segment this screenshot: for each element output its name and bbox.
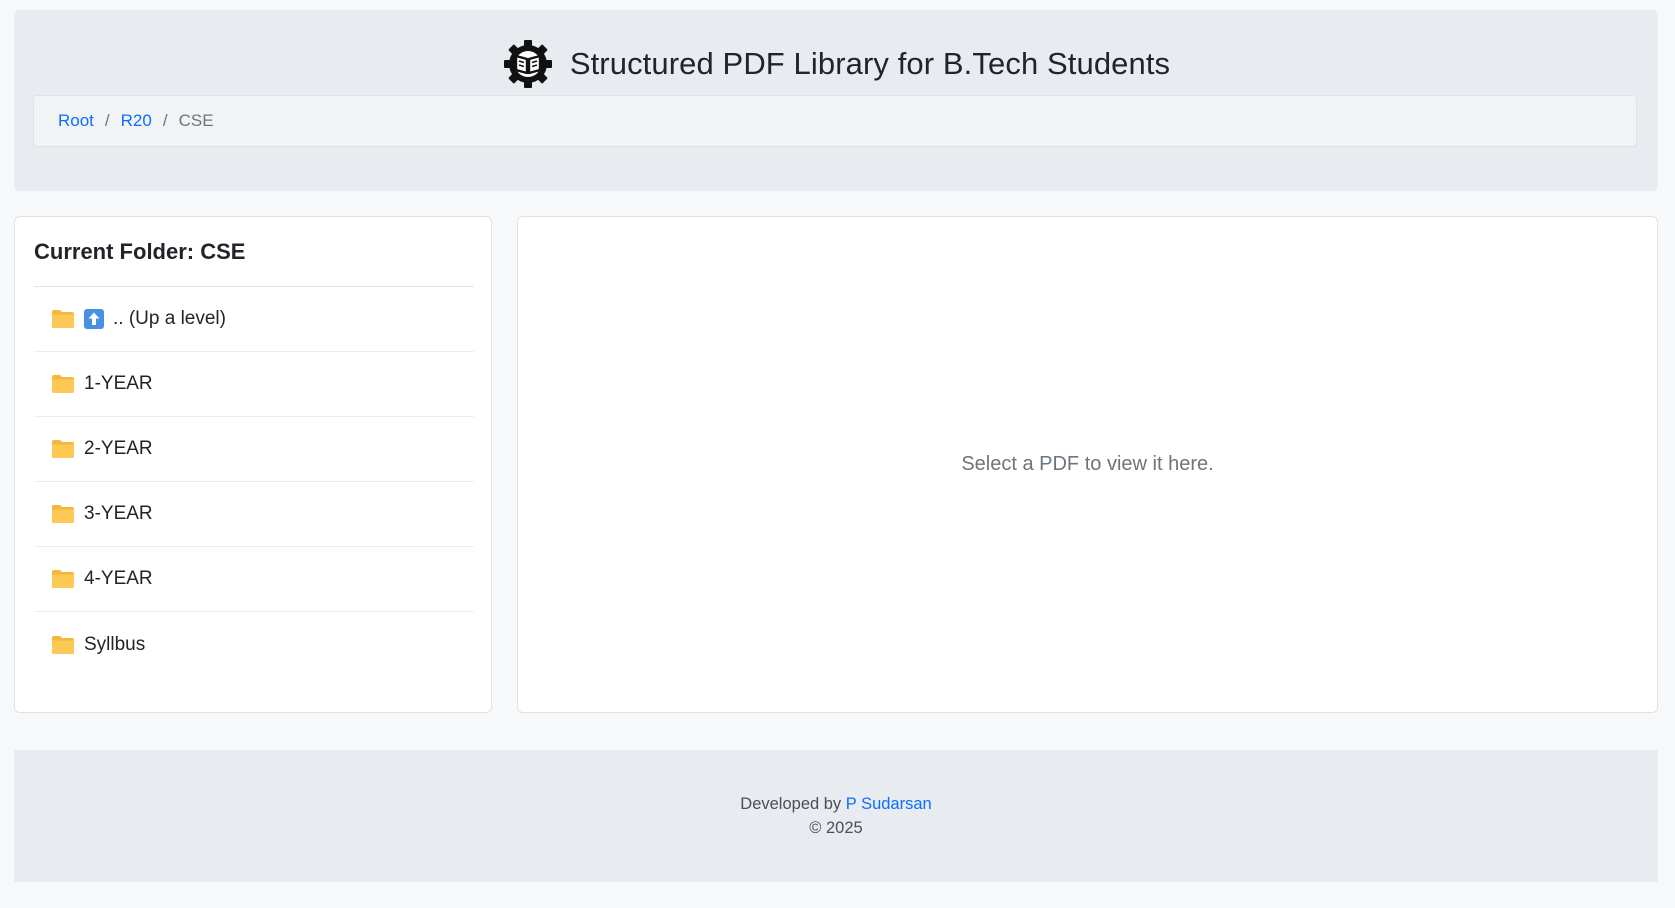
footer-credit: Developed by P Sudarsan [740,792,931,816]
folder-item-3-year[interactable]: 3-YEAR [34,482,474,547]
breadcrumb: Root / R20 / CSE [33,95,1637,147]
folder-item-label: Syllbus [84,633,146,655]
current-folder-heading: Current Folder: CSE [34,239,246,264]
breadcrumb-separator: / [104,111,110,130]
folder-item-label: 4-YEAR [84,568,153,589]
pdf-viewer: Select a PDF to view it here. [517,216,1658,713]
page-header: Structured PDF Library for B.Tech Studen… [14,10,1658,191]
title-row: Structured PDF Library for B.Tech Studen… [14,36,1658,92]
folder-icon [52,635,74,654]
up-arrow-icon [84,309,104,329]
developed-by-text: Developed by [740,795,842,813]
page-footer: Developed by P Sudarsan © 2025 [14,750,1658,882]
breadcrumb-root[interactable]: Root [58,111,94,131]
folder-icon [52,570,74,588]
folder-item-label: 2-YEAR [84,438,153,459]
breadcrumb-r20[interactable]: R20 [121,111,152,131]
folder-item-up-level[interactable]: .. (Up a level) [34,287,474,352]
folder-icon [52,310,74,328]
folder-icon [52,505,74,523]
breadcrumb-current: CSE [178,111,214,130]
folder-icon [52,440,74,458]
folder-icon [52,375,74,393]
folder-item-4-year[interactable]: 4-YEAR [34,547,474,612]
breadcrumb-separator: / [162,111,168,130]
folder-item-2-year[interactable]: 2-YEAR [34,417,474,482]
page-title: Structured PDF Library for B.Tech Studen… [569,46,1171,81]
folder-item-1-year[interactable]: 1-YEAR [34,352,474,417]
folder-item-label: 1-YEAR [84,373,153,394]
folder-item-syllbus[interactable]: Syllbus [34,612,474,677]
folder-item-label: .. (Up a level) [113,308,226,329]
viewer-placeholder: Select a PDF to view it here. [961,453,1214,475]
developer-link[interactable]: P Sudarsan [846,795,932,813]
folder-list: .. (Up a level) 1-YEAR 2-YEAR 3-YEAR 4-Y… [34,287,474,677]
gear-book-icon [503,40,552,88]
folder-sidebar: Current Folder: CSE .. (Up a level) 1-YE… [14,216,492,713]
footer-copyright: © 2025 [809,819,863,837]
folder-item-label: 3-YEAR [84,503,153,524]
